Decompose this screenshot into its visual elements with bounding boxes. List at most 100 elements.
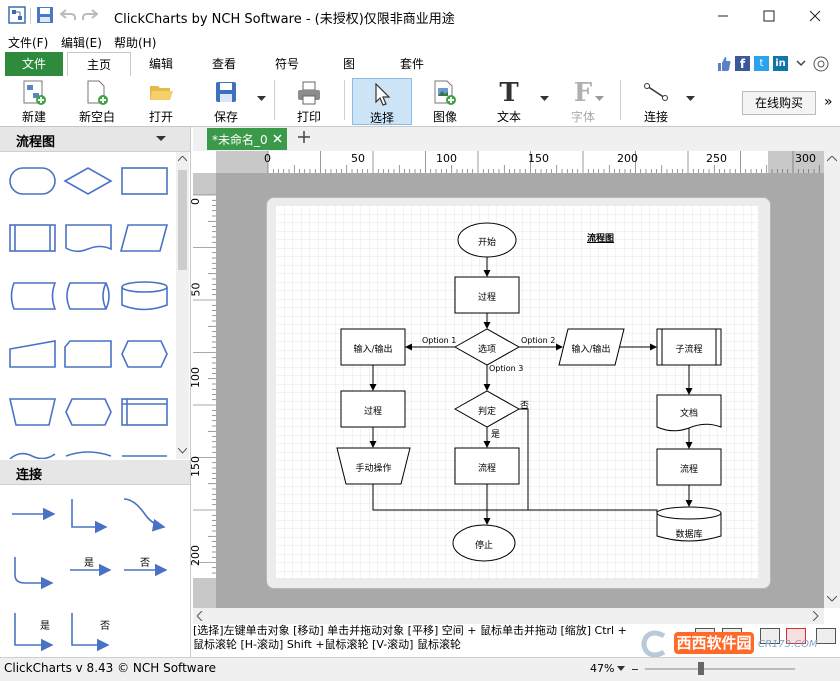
label-document[interactable]: 文档: [657, 406, 721, 419]
menu-edit[interactable]: 编辑(E): [61, 34, 102, 51]
label-end[interactable]: 停止: [453, 538, 515, 551]
tab-file[interactable]: 文件: [5, 52, 63, 76]
facebook-icon[interactable]: f: [735, 56, 750, 71]
connectors-section-header[interactable]: 连接: [0, 460, 190, 485]
shape-manual-operation[interactable]: [8, 398, 57, 426]
label-yes[interactable]: 是: [491, 427, 500, 440]
label-decision[interactable]: 选项: [455, 342, 519, 355]
maximize-button[interactable]: [746, 0, 792, 32]
select-button[interactable]: 选择: [352, 78, 412, 125]
view-fit-icon[interactable]: [722, 628, 742, 644]
label-start[interactable]: 开始: [458, 235, 516, 248]
chevron-down-icon[interactable]: [796, 58, 806, 68]
view-zoom-icon[interactable]: [816, 628, 836, 644]
open-button[interactable]: 打开: [136, 76, 186, 126]
scroll-up-icon[interactable]: [178, 156, 187, 162]
menu-help[interactable]: 帮助(H): [114, 34, 156, 51]
scroll-down-icon[interactable]: [178, 448, 187, 454]
connector-elbow[interactable]: [71, 499, 108, 534]
label-io-right[interactable]: 输入/输出: [559, 342, 623, 355]
tab-suite[interactable]: 套件: [386, 52, 438, 76]
label-subprocess[interactable]: 子流程: [657, 342, 721, 355]
buy-online-button[interactable]: 在线购买: [742, 91, 816, 115]
label-flow-right[interactable]: 流程: [657, 462, 721, 475]
tab-view[interactable]: 查看: [198, 52, 250, 76]
scroll-left-icon[interactable]: [197, 611, 203, 621]
undo-icon[interactable]: [60, 8, 76, 22]
text-button[interactable]: T 文本: [484, 76, 534, 126]
label-option-1[interactable]: Option 1: [422, 336, 456, 345]
tab-symbols[interactable]: 符号: [261, 52, 313, 76]
scroll-down-icon[interactable]: [827, 596, 837, 602]
scroll-up-icon[interactable]: [827, 156, 837, 162]
zoom-dropdown-icon[interactable]: [617, 666, 625, 671]
print-button[interactable]: 打印: [284, 76, 334, 126]
label-option-3[interactable]: Option 3: [489, 364, 523, 373]
twitter-icon[interactable]: t: [754, 56, 769, 71]
thumbs-up-icon[interactable]: [716, 56, 732, 72]
label-no[interactable]: 否: [520, 398, 529, 411]
linkedin-icon[interactable]: in: [773, 56, 788, 71]
shape-internal-storage[interactable]: [121, 398, 168, 426]
shape-manual-input[interactable]: [9, 340, 56, 368]
view-grid-icon[interactable]: [760, 628, 780, 644]
label-process[interactable]: 过程: [455, 290, 519, 303]
view-page-icon[interactable]: [695, 628, 715, 644]
scroll-right-icon[interactable]: [813, 611, 819, 621]
label-io-left[interactable]: 输入/输出: [341, 342, 405, 355]
shape-decision[interactable]: [63, 167, 113, 195]
new-blank-button[interactable]: 新空白: [72, 76, 122, 126]
shape-document[interactable]: [65, 224, 112, 253]
label-judge[interactable]: 判定: [455, 404, 519, 417]
scrollbar-thumb[interactable]: [178, 170, 187, 270]
zoom-slider-track[interactable]: [645, 668, 795, 670]
connect-button[interactable]: 连接: [630, 76, 682, 126]
shape-database[interactable]: [121, 281, 168, 311]
shape-predefined-process[interactable]: [9, 224, 56, 252]
flowchart-section-header[interactable]: 流程图: [0, 127, 190, 152]
image-button[interactable]: 图像: [420, 76, 470, 126]
label-process-2[interactable]: 过程: [341, 404, 405, 417]
flowchart-title[interactable]: 流程图: [587, 231, 614, 244]
close-button[interactable]: [792, 0, 838, 32]
shape-preparation[interactable]: [121, 340, 168, 368]
label-option-2[interactable]: Option 2: [521, 336, 555, 345]
font-dropdown-icon[interactable]: [595, 96, 604, 102]
tab-edit[interactable]: 编辑: [135, 52, 187, 76]
label-database[interactable]: 数据库: [657, 527, 721, 540]
canvas-horizontal-scrollbar[interactable]: [193, 608, 824, 624]
shape-display[interactable]: [65, 398, 112, 426]
connector-curved[interactable]: [123, 498, 166, 532]
zoom-out-icon[interactable]: [632, 669, 638, 670]
document-tab[interactable]: *未命名_0: [207, 128, 287, 150]
shape-panel-scrollbar[interactable]: [176, 152, 189, 459]
label-flow-mid[interactable]: 流程: [455, 461, 519, 474]
add-tab-icon[interactable]: [297, 130, 311, 144]
help-icon[interactable]: [812, 55, 830, 73]
close-tab-icon[interactable]: [273, 134, 282, 143]
section-dropdown-icon[interactable]: [156, 136, 166, 142]
text-dropdown-icon[interactable]: [540, 96, 549, 102]
shape-data[interactable]: [119, 224, 169, 252]
shape-preparation-rect[interactable]: [64, 340, 112, 368]
tab-chart[interactable]: 图: [323, 52, 375, 76]
view-stop-icon[interactable]: [786, 628, 806, 644]
tab-home[interactable]: 主页: [67, 52, 131, 78]
quick-save-icon[interactable]: [36, 6, 54, 24]
minimize-button[interactable]: [700, 0, 746, 32]
redo-icon[interactable]: [82, 8, 98, 22]
new-button[interactable]: 新建: [10, 76, 58, 126]
label-manual[interactable]: 手动操作: [337, 461, 410, 474]
shape-direct-access-storage[interactable]: [66, 282, 110, 310]
connector-rounded-elbow[interactable]: [14, 557, 54, 590]
zoom-slider-thumb[interactable]: [698, 662, 704, 675]
shape-stored-data[interactable]: [10, 282, 57, 310]
save-button[interactable]: 保存: [200, 76, 252, 126]
shape-terminator[interactable]: [9, 167, 56, 195]
connect-dropdown-icon[interactable]: [686, 96, 695, 102]
save-dropdown-icon[interactable]: [257, 96, 266, 102]
shape-process[interactable]: [121, 167, 168, 195]
canvas-vertical-scrollbar[interactable]: [824, 151, 840, 608]
flowchart-canvas[interactable]: [276, 206, 758, 578]
menu-file[interactable]: 文件(F): [8, 34, 48, 51]
